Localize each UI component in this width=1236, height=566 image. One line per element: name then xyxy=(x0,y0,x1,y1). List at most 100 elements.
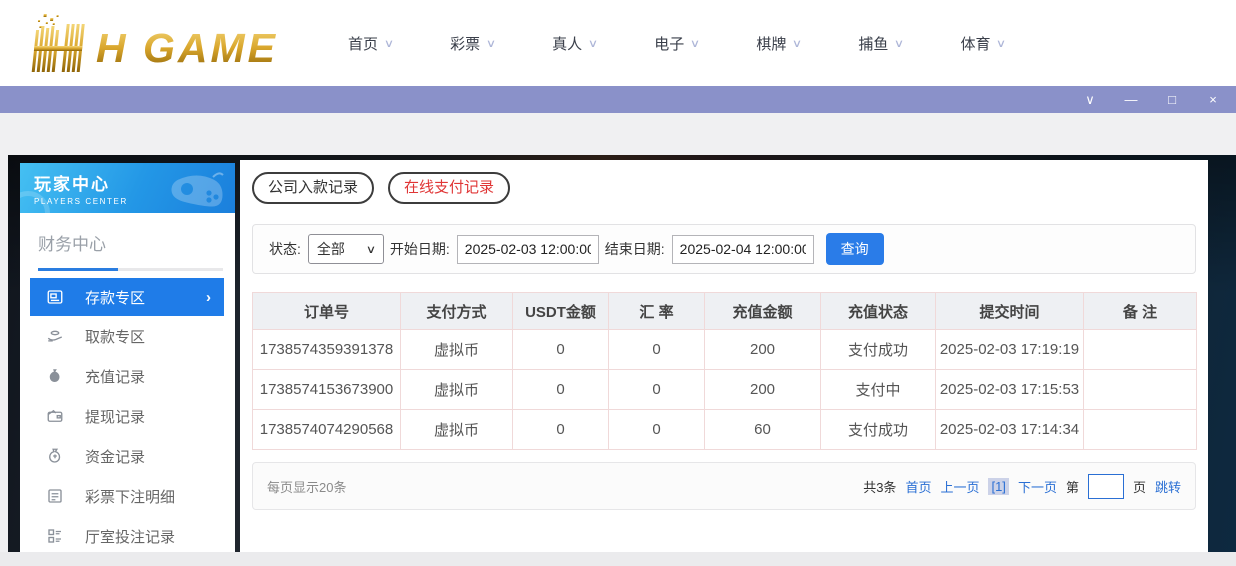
nav-item-home[interactable]: 首页 ∨ xyxy=(348,33,393,54)
cell-usdt-amount: 0 xyxy=(513,370,609,410)
tab-company-deposit-records[interactable]: 公司入款记录 xyxy=(252,172,374,204)
money-bag-icon xyxy=(46,367,64,385)
start-date-input[interactable] xyxy=(457,235,599,264)
table-row: 1738574074290568 虚拟币 0 0 60 支付成功 2025-02… xyxy=(253,410,1197,450)
cell-usdt-amount: 0 xyxy=(513,410,609,450)
end-date-label: 结束日期: xyxy=(605,239,665,259)
next-page-link[interactable]: 下一页 xyxy=(1018,477,1057,496)
nav-label: 真人 xyxy=(552,33,582,54)
main-nav: 首页 ∨ 彩票 ∨ 真人 ∨ 电子 ∨ 棋牌 ∨ 捕鱼 ∨ 体育 ∨ xyxy=(348,33,1006,54)
nav-label: 首页 xyxy=(348,33,378,54)
sidebar-header: 玩家中心 PLAYERS CENTER xyxy=(20,163,235,213)
cell-order-number: 1738574074290568 xyxy=(253,410,401,450)
status-label: 状态: xyxy=(269,239,301,259)
cell-exchange-rate: 0 xyxy=(609,370,705,410)
sidebar-section: 财务中心 xyxy=(20,213,235,271)
window-close-icon[interactable]: × xyxy=(1206,93,1220,106)
jump-suffix-text: 页 xyxy=(1133,477,1146,496)
brand-logo: H GAME xyxy=(14,12,296,74)
window-dropdown-icon[interactable]: ∨ xyxy=(1083,93,1097,106)
section-title: 财务中心 xyxy=(38,230,223,255)
col-order-number: 订单号 xyxy=(253,293,401,330)
nav-label: 电子 xyxy=(654,33,684,54)
sidebar-item-recharge-records[interactable]: 充值记录 xyxy=(20,356,235,396)
striped-h-icon xyxy=(32,14,86,72)
nav-item-electronic[interactable]: 电子 ∨ xyxy=(654,33,699,54)
window-titlebar: ∨ — □ × xyxy=(0,86,1236,113)
sidebar-item-label: 提现记录 xyxy=(85,406,145,427)
col-recharge-status: 充值状态 xyxy=(821,293,936,330)
per-page-text: 每页显示20条 xyxy=(267,477,346,496)
bottom-strip xyxy=(0,552,1236,566)
nav-item-lottery[interactable]: 彩票 ∨ xyxy=(450,33,495,54)
cell-recharge-amount: 60 xyxy=(705,410,821,450)
sidebar-item-funds-records[interactable]: 资金记录 xyxy=(20,436,235,476)
funds-bag-icon xyxy=(46,447,64,465)
prev-page-link[interactable]: 上一页 xyxy=(940,477,979,496)
sidebar-item-label: 厅室投注记录 xyxy=(85,526,175,547)
cell-usdt-amount: 0 xyxy=(513,330,609,370)
desktop-area: 玩家中心 PLAYERS CENTER 财务中心 xyxy=(0,113,1236,552)
sidebar-item-hall-bet-records[interactable]: 厅室投注记录 xyxy=(20,516,235,556)
sidebar-item-label: 彩票下注明细 xyxy=(85,486,175,507)
search-button[interactable]: 查询 xyxy=(826,233,884,265)
status-select[interactable]: 全部 ∨ xyxy=(308,234,384,264)
pagination-bar: 每页显示20条 共3条 首页 上一页 [1] 下一页 第 页 跳转 xyxy=(252,462,1196,510)
chevron-down-icon: ∨ xyxy=(996,37,1006,50)
records-panel: 公司入款记录 在线支付记录 状态: 全部 ∨ 开始日期: 结束日期: 查询 订单… xyxy=(240,160,1208,552)
cell-exchange-rate: 0 xyxy=(609,330,705,370)
nav-item-board[interactable]: 棋牌 ∨ xyxy=(756,33,801,54)
end-date-input[interactable] xyxy=(672,235,814,264)
window-minimize-icon[interactable]: — xyxy=(1124,93,1138,106)
sidebar-item-deposit-zone[interactable]: 存款专区 › xyxy=(30,278,224,316)
chevron-down-icon: ∨ xyxy=(894,37,904,50)
jump-action-link[interactable]: 跳转 xyxy=(1155,477,1181,496)
cell-recharge-status: 支付成功 xyxy=(821,330,936,370)
chevron-down-icon: ∨ xyxy=(486,37,496,50)
table-row: 1738574153673900 虚拟币 0 0 200 支付中 2025-02… xyxy=(253,370,1197,410)
filter-bar: 状态: 全部 ∨ 开始日期: 结束日期: 查询 xyxy=(252,224,1196,274)
sidebar-item-label: 充值记录 xyxy=(85,366,145,387)
first-page-link[interactable]: 首页 xyxy=(905,477,931,496)
page-jump-input[interactable] xyxy=(1088,474,1124,499)
current-page-indicator: [1] xyxy=(988,478,1008,495)
col-payment-method: 支付方式 xyxy=(401,293,513,330)
top-header: H GAME 首页 ∨ 彩票 ∨ 真人 ∨ 电子 ∨ 棋牌 ∨ 捕鱼 ∨ 体育 … xyxy=(0,0,1236,86)
nav-item-sports[interactable]: 体育 ∨ xyxy=(960,33,1005,54)
nav-item-live[interactable]: 真人 ∨ xyxy=(552,33,597,54)
cell-payment-method: 虚拟币 xyxy=(401,330,513,370)
cell-recharge-amount: 200 xyxy=(705,330,821,370)
nav-label: 体育 xyxy=(960,33,990,54)
document-icon xyxy=(46,487,64,505)
tab-online-payment-records[interactable]: 在线支付记录 xyxy=(388,172,510,204)
col-exchange-rate: 汇 率 xyxy=(609,293,705,330)
chevron-down-icon: ∨ xyxy=(690,37,700,50)
record-tabs: 公司入款记录 在线支付记录 xyxy=(252,172,1208,204)
nav-label: 彩票 xyxy=(450,33,480,54)
sidebar-item-withdraw-zone[interactable]: 取款专区 xyxy=(20,316,235,356)
start-date-label: 开始日期: xyxy=(390,239,450,259)
status-select-value: 全部 xyxy=(317,239,345,259)
cell-recharge-status: 支付成功 xyxy=(821,410,936,450)
chevron-down-icon: ∨ xyxy=(384,37,394,50)
sidebar-item-lottery-bet-details[interactable]: 彩票下注明细 xyxy=(20,476,235,516)
cell-order-number: 1738574359391378 xyxy=(253,330,401,370)
sidebar-subtitle: PLAYERS CENTER xyxy=(34,197,235,206)
col-submit-time: 提交时间 xyxy=(936,293,1084,330)
caret-right-icon: › xyxy=(206,289,211,306)
sidebar-item-withdrawal-records[interactable]: 提现记录 xyxy=(20,396,235,436)
table-header-row: 订单号 支付方式 USDT金额 汇 率 充值金额 充值状态 提交时间 备 注 xyxy=(253,293,1197,330)
nav-item-fishing[interactable]: 捕鱼 ∨ xyxy=(858,33,903,54)
cell-submit-time: 2025-02-03 17:15:53 xyxy=(936,370,1084,410)
window-maximize-icon[interactable]: □ xyxy=(1165,93,1179,106)
pagination-controls: 共3条 首页 上一页 [1] 下一页 第 页 跳转 xyxy=(863,474,1181,499)
col-recharge-amount: 充值金额 xyxy=(705,293,821,330)
cell-remark xyxy=(1084,330,1197,370)
nav-label: 棋牌 xyxy=(756,33,786,54)
total-count-text: 共3条 xyxy=(863,477,896,496)
cell-recharge-status: 支付中 xyxy=(821,370,936,410)
cell-remark xyxy=(1084,370,1197,410)
cell-recharge-amount: 200 xyxy=(705,370,821,410)
payment-records-table: 订单号 支付方式 USDT金额 汇 率 充值金额 充值状态 提交时间 备 注 1… xyxy=(252,292,1197,450)
chevron-down-icon: ∨ xyxy=(792,37,802,50)
